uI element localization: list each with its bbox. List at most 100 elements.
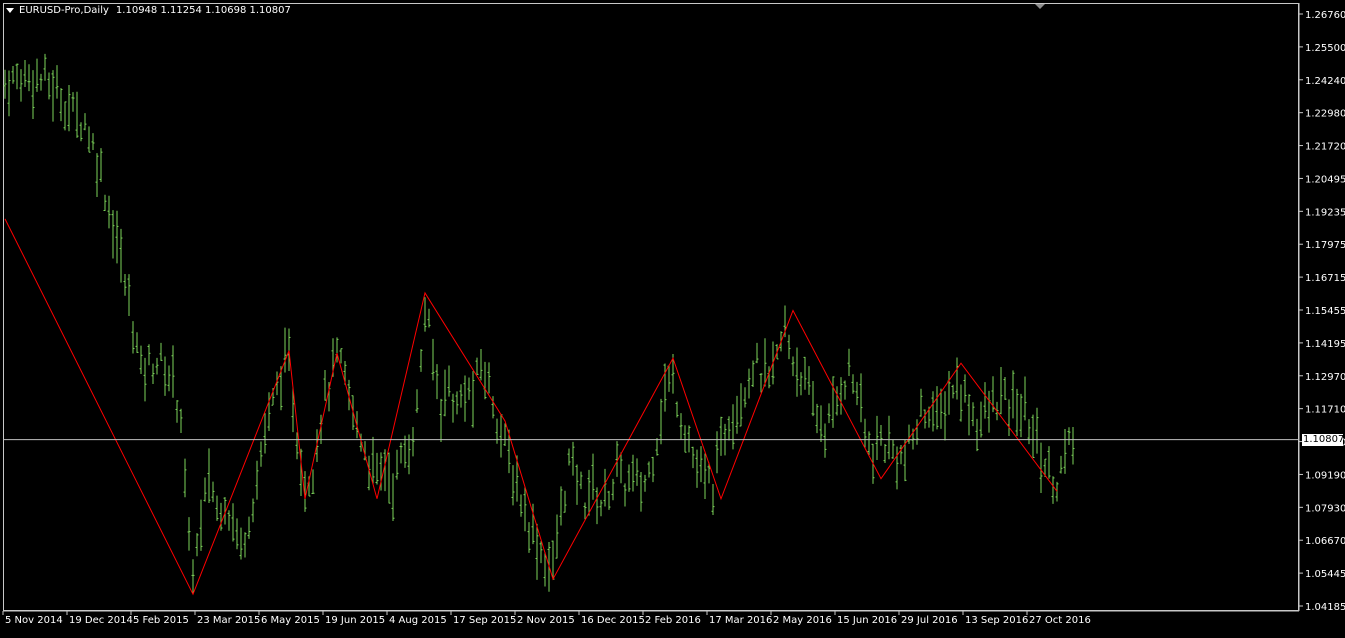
price-bar [403,435,407,468]
price-bar [667,364,671,392]
price-bar [439,398,443,442]
price-bar [91,133,95,150]
price-bar [11,65,15,84]
price-bar [407,434,411,475]
price-bar [247,516,251,539]
y-tick-label: 1.25500 [1305,43,1345,54]
y-tick-label: 1.06670 [1305,536,1345,547]
x-tick-label: 2 Feb 2016 [645,615,701,626]
chart-window: EURUSD-Pro,Daily 1.10948 1.11254 1.10698… [0,0,1345,638]
price-bar [79,122,83,142]
price-bar [371,436,375,484]
price-bar [523,487,527,532]
price-bar [599,499,603,517]
price-bar [883,444,887,463]
zigzag-line [4,218,1058,596]
price-bars [3,53,1075,594]
price-bar [943,391,947,441]
price-bar [1003,377,1007,400]
price-bar [739,383,743,427]
price-bar [283,327,287,373]
x-tick-label: 27 Oct 2016 [1029,615,1091,626]
y-tick-label: 1.04185 [1305,602,1345,613]
price-bar [427,308,431,328]
price-bar [791,356,795,377]
price-bar [435,364,439,400]
price-bar [687,425,691,453]
price-bar [975,418,979,452]
price-bar [3,69,7,99]
shift-marker-icon[interactable] [1035,4,1045,9]
price-bar [819,405,823,443]
price-bar [931,391,935,432]
price-bar [919,388,923,417]
price-bar [27,64,31,92]
price-bar [179,408,183,433]
price-bar [591,453,595,500]
price-bar [639,471,643,512]
price-bar [611,478,615,501]
price-bar [447,365,451,397]
price-bar [463,375,467,422]
price-bar [603,468,607,507]
y-tick-label: 1.20495 [1305,174,1345,185]
price-bar [651,456,655,483]
price-bar [983,382,987,419]
y-tick-label: 1.19235 [1305,207,1345,218]
price-bar [907,424,911,444]
price-bar [183,458,187,498]
price-bar [443,369,447,417]
price-bar [235,518,239,550]
price-bar [955,357,959,400]
price-bar [15,63,19,90]
price-bar [215,495,219,521]
price-bar [839,377,843,415]
price-bar [387,452,391,504]
price-bar [147,344,151,366]
price-bar [947,371,951,415]
price-bar [763,338,767,387]
price-bar [691,446,695,469]
y-tick-label: 1.17975 [1305,240,1345,251]
price-bar [827,403,831,424]
price-bar [1055,481,1059,502]
price-bar [867,431,871,456]
price-bar [259,441,263,467]
y-tick-label: 1.07930 [1305,503,1345,514]
price-bar [23,59,27,87]
price-bar [959,384,963,422]
price-bar [923,409,927,429]
y-tick-label: 1.14195 [1305,339,1345,350]
price-bar [175,400,179,423]
price-bar [527,522,531,553]
price-bar [487,362,491,394]
price-bar [255,460,259,500]
price-bar [555,514,559,559]
price-bar [567,448,571,466]
price-bar [803,356,807,390]
price-bar [7,70,11,117]
price-bar [35,58,39,92]
x-tick-label: 17 Mar 2016 [709,615,772,626]
price-bar [655,437,659,456]
price-bar [711,484,715,515]
price-bar [623,483,627,507]
price-bar [811,381,815,417]
price-bar [795,347,799,397]
price-bar [111,210,115,259]
price-bar [39,73,43,91]
y-tick-label: 1.09190 [1305,470,1345,481]
price-bar [195,533,199,557]
price-bar [451,393,455,423]
y-tick-label: 1.11710 [1305,405,1345,416]
price-bar [1019,393,1023,438]
price-bar [1051,476,1055,504]
price-bar [575,464,579,505]
price-bar [467,377,471,400]
dropdown-triangle-icon[interactable] [6,8,14,13]
price-bar [1015,388,1019,437]
price-bar [375,452,379,485]
price-bar [263,413,267,454]
price-bar [951,384,955,399]
price-bar [551,540,555,580]
